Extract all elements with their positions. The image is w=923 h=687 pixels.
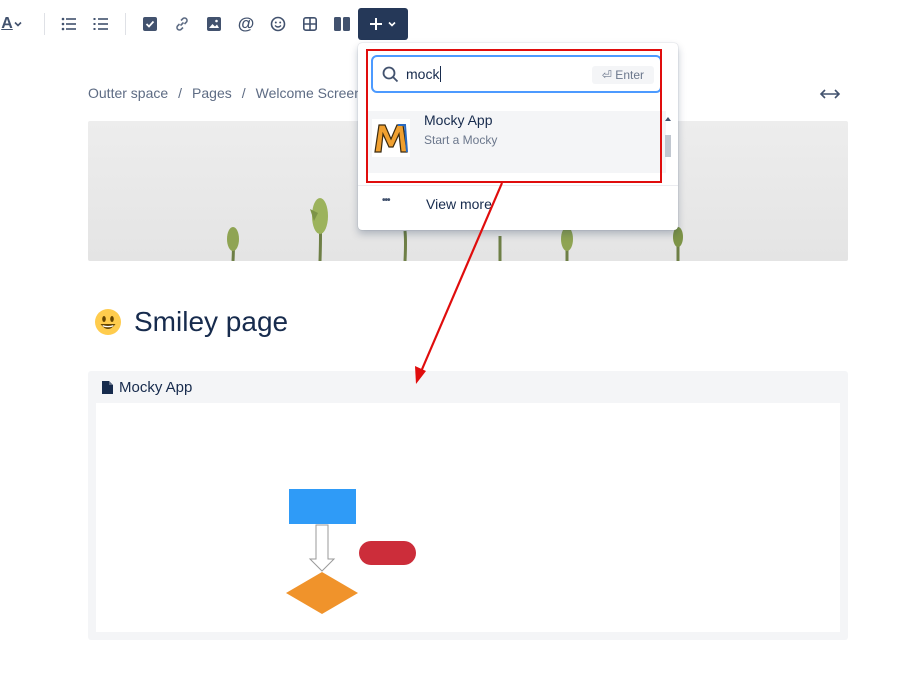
- toolbar-divider: [44, 13, 45, 35]
- document-icon: [102, 381, 113, 394]
- search-input[interactable]: mock: [406, 66, 442, 82]
- insert-search-field[interactable]: mock ⏎ Enter: [371, 55, 662, 93]
- macro-title: Mocky App: [119, 379, 193, 396]
- page-emoji[interactable]: [94, 308, 122, 336]
- breadcrumb-item[interactable]: Pages: [192, 85, 232, 101]
- mocky-macro[interactable]: Mocky App: [88, 371, 848, 640]
- table-icon[interactable]: [298, 12, 322, 36]
- task-icon[interactable]: [138, 12, 162, 36]
- breadcrumb: Outter space / Pages / Welcome Screen: [88, 85, 362, 101]
- result-item-mocky-app[interactable]: Mocky App Start a Mocky: [366, 111, 666, 173]
- view-more-label: View more: [426, 196, 492, 212]
- mocky-logo-icon: [372, 119, 410, 157]
- mention-icon[interactable]: @: [234, 12, 258, 36]
- layout-icon[interactable]: [330, 12, 354, 36]
- bullet-list-icon[interactable]: [57, 12, 81, 36]
- mockup-canvas[interactable]: [96, 403, 840, 632]
- breadcrumb-separator: /: [241, 85, 246, 101]
- numbered-list-icon[interactable]: [89, 12, 113, 36]
- results-scrollbar[interactable]: [664, 113, 672, 173]
- search-icon: [382, 66, 399, 83]
- flowchart-rectangle: [289, 489, 356, 524]
- image-icon[interactable]: [202, 12, 226, 36]
- breadcrumb-separator: /: [178, 85, 183, 101]
- plus-icon: [370, 18, 382, 30]
- text-style-icon[interactable]: A: [0, 12, 28, 36]
- flowchart-pill: [359, 541, 416, 565]
- breadcrumb-item[interactable]: Outter space: [88, 85, 168, 101]
- toolbar-divider: [125, 13, 126, 35]
- menu-divider: [358, 185, 678, 186]
- result-subtitle: Start a Mocky: [424, 133, 498, 147]
- chevron-down-icon: [14, 21, 22, 27]
- view-more-item[interactable]: ••• View more: [358, 189, 678, 221]
- insert-menu-button[interactable]: [358, 8, 408, 40]
- full-width-toggle-icon[interactable]: [819, 86, 841, 102]
- link-icon[interactable]: [170, 12, 194, 36]
- flowchart-arrow: [308, 524, 336, 572]
- enter-hint: ⏎ Enter: [591, 66, 654, 84]
- emoji-icon[interactable]: [266, 12, 290, 36]
- more-icon: •••: [382, 195, 390, 206]
- macro-header: Mocky App: [102, 379, 192, 396]
- flowchart-diamond: [286, 572, 358, 614]
- chevron-down-icon: [388, 21, 396, 27]
- result-title: Mocky App: [424, 112, 493, 128]
- insert-menu-dropdown: mock ⏎ Enter Mocky App Start a Mocky •••…: [358, 43, 678, 230]
- breadcrumb-item[interactable]: Welcome Screen: [256, 85, 362, 101]
- page-title[interactable]: Smiley page: [134, 306, 288, 338]
